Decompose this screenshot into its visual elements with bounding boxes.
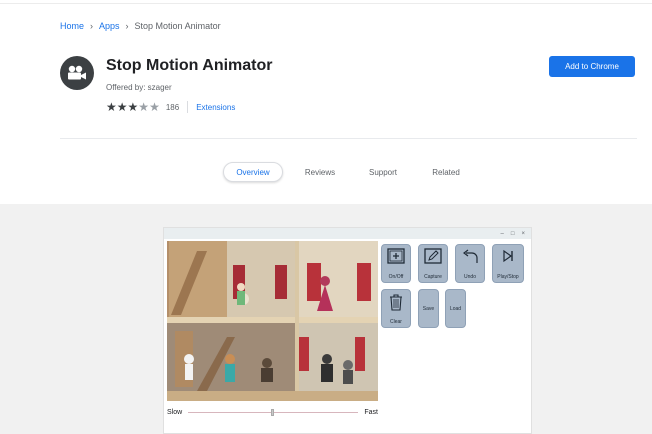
category-link[interactable]: Extensions [196, 103, 235, 112]
speed-slider-thumb[interactable] [271, 408, 275, 416]
app-screenshot[interactable]: – □ × On/Off Capture Undo Play/Stop Clea… [163, 227, 532, 434]
divider [187, 101, 189, 113]
star-icon: ★ [106, 100, 117, 114]
play-stop-label: Play/Stop [497, 274, 519, 280]
on-off-button[interactable]: On/Off [381, 244, 411, 283]
breadcrumb-current: Stop Motion Animator [134, 21, 221, 31]
play-stop-button[interactable]: Play/Stop [492, 244, 524, 283]
star-icon: ★ [116, 100, 128, 114]
breadcrumb-home-link[interactable]: Home [60, 21, 84, 31]
load-button[interactable]: Load [445, 289, 466, 328]
capture-button[interactable]: Capture [418, 244, 448, 283]
speed-slider[interactable] [188, 408, 359, 416]
capture-label: Capture [424, 274, 442, 280]
slow-label: Slow [167, 408, 183, 416]
save-label: Save [422, 305, 435, 312]
top-border [0, 0, 652, 4]
undo-label: Undo [464, 274, 476, 280]
film-camera-icon [60, 56, 94, 90]
breadcrumb-separator: › [90, 21, 94, 31]
load-label: Load [449, 305, 462, 312]
rating-row: ★ ★ ★ ★ ★ 186 Extensions [106, 101, 235, 113]
offered-by: Offered by: szager [106, 83, 172, 92]
add-to-chrome-button[interactable]: Add to Chrome [549, 56, 635, 77]
breadcrumb-separator: › [125, 21, 129, 31]
minimize-icon: – [500, 230, 504, 237]
clear-label: Clear [390, 319, 402, 325]
save-button[interactable]: Save [418, 289, 439, 328]
on-off-label: On/Off [388, 274, 404, 280]
tab-related[interactable]: Related [422, 162, 470, 182]
trash-icon [390, 294, 402, 311]
tab-bar: Overview Reviews Support Related [0, 162, 652, 182]
breadcrumb: Home › Apps › Stop Motion Animator [60, 21, 221, 31]
pencil-icon [424, 248, 442, 264]
undo-arrow-icon [463, 249, 478, 263]
breadcrumb-apps-link[interactable]: Apps [99, 21, 120, 31]
divider [60, 138, 637, 139]
tab-reviews[interactable]: Reviews [296, 162, 344, 182]
camera-preview [167, 241, 378, 401]
window-titlebar: – □ × [164, 228, 531, 239]
tab-support[interactable]: Support [359, 162, 407, 182]
maximize-icon: □ [510, 230, 515, 237]
star-empty-icon: ★ [149, 100, 160, 114]
fast-label: Fast [364, 408, 378, 416]
plus-box-icon [387, 248, 405, 264]
close-icon: × [521, 230, 525, 237]
clear-button[interactable]: Clear [381, 289, 411, 328]
rating-count[interactable]: 186 [166, 103, 179, 112]
star-empty-icon: ★ [138, 100, 150, 114]
undo-button[interactable]: Undo [455, 244, 485, 283]
app-title: Stop Motion Animator [106, 57, 273, 74]
star-icon: ★ [127, 100, 139, 114]
speed-slider-row: Slow Fast [167, 406, 378, 418]
tab-overview[interactable]: Overview [223, 162, 283, 182]
play-stop-icon [503, 249, 513, 263]
